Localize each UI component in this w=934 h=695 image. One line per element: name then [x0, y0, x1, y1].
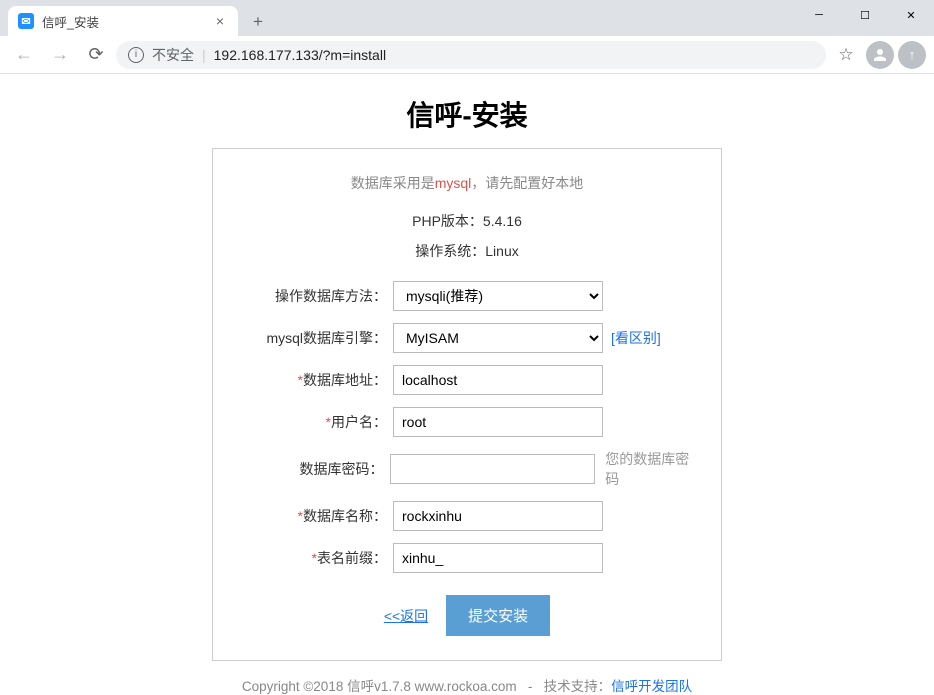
omnibox[interactable]: i 不安全 | 192.168.177.133/?m=install: [116, 41, 826, 69]
label-db-method: 操作数据库方法：: [233, 286, 393, 306]
label-db-engine: mysql数据库引擎：: [233, 328, 393, 348]
window-controls: ─ ☐ ✕: [796, 0, 934, 30]
link-engine-diff[interactable]: [看区别]: [611, 328, 661, 348]
secure-label: 不安全: [152, 45, 194, 65]
input-db-pass[interactable]: [390, 454, 596, 484]
close-tab-icon[interactable]: ×: [212, 13, 228, 29]
upload-icon[interactable]: ↑: [898, 41, 926, 69]
reload-icon[interactable]: ⟳: [80, 39, 112, 71]
input-db-user[interactable]: [393, 407, 603, 437]
row-db-name: *数据库名称：: [233, 501, 701, 531]
input-db-host[interactable]: [393, 365, 603, 395]
profile-avatar-icon[interactable]: [866, 41, 894, 69]
row-tb-prefix: *表名前缀：: [233, 543, 701, 573]
label-db-host: *数据库地址：: [233, 370, 393, 390]
browser-tab[interactable]: ✉ 信呼_安装 ×: [8, 6, 238, 36]
minimize-button[interactable]: ─: [796, 0, 842, 30]
tab-title: 信呼_安装: [42, 12, 204, 31]
address-bar: ← → ⟳ i 不安全 | 192.168.177.133/?m=install…: [0, 36, 934, 74]
forward-icon[interactable]: →: [44, 39, 76, 71]
tab-strip: ✉ 信呼_安装 × +: [0, 0, 934, 36]
input-tb-prefix[interactable]: [393, 543, 603, 573]
select-db-method[interactable]: mysqli(推荐): [393, 281, 603, 311]
input-db-name[interactable]: [393, 501, 603, 531]
hint-db-pass: 您的数据库密码: [605, 449, 701, 489]
notice-post: ，请先配置好本地: [471, 175, 583, 191]
row-db-pass: 数据库密码： 您的数据库密码: [233, 449, 701, 489]
back-link[interactable]: <<返回: [384, 606, 428, 626]
close-window-button[interactable]: ✕: [888, 0, 934, 30]
favicon-icon: ✉: [18, 13, 34, 29]
url-text: 192.168.177.133/?m=install: [214, 47, 386, 63]
row-db-engine: mysql数据库引擎： MyISAM [看区别]: [233, 323, 701, 353]
divider: |: [202, 47, 206, 63]
footer-sep: -: [528, 679, 533, 694]
notice-mysql: mysql: [435, 175, 472, 191]
row-db-method: 操作数据库方法： mysqli(推荐): [233, 281, 701, 311]
label-db-name: *数据库名称：: [233, 506, 393, 526]
install-panel: 数据库采用是mysql，请先配置好本地 PHP版本：5.4.16 操作系统：Li…: [212, 148, 722, 661]
button-row: <<返回 提交安装: [233, 595, 701, 636]
notice-text: 数据库采用是mysql，请先配置好本地: [233, 173, 701, 193]
footer-support-label: 技术支持：: [544, 679, 612, 694]
new-tab-button[interactable]: +: [244, 8, 272, 36]
page-content: 信呼-安装 数据库采用是mysql，请先配置好本地 PHP版本：5.4.16 操…: [0, 74, 934, 695]
maximize-button[interactable]: ☐: [842, 0, 888, 30]
footer-copyright: Copyright ©2018 信呼v1.7.8 www.rockoa.com: [242, 679, 517, 694]
label-tb-prefix: *表名前缀：: [233, 548, 393, 568]
page-title: 信呼-安装: [0, 94, 934, 134]
footer: Copyright ©2018 信呼v1.7.8 www.rockoa.com …: [0, 675, 934, 695]
select-db-engine[interactable]: MyISAM: [393, 323, 603, 353]
php-version-text: PHP版本：5.4.16: [233, 211, 701, 231]
info-icon[interactable]: i: [128, 47, 144, 63]
row-db-host: *数据库地址：: [233, 365, 701, 395]
row-db-user: *用户名：: [233, 407, 701, 437]
notice-pre: 数据库采用是: [351, 175, 435, 191]
bookmark-star-icon[interactable]: ☆: [830, 39, 862, 71]
back-icon[interactable]: ←: [8, 39, 40, 71]
label-db-user: *用户名：: [233, 412, 393, 432]
submit-button[interactable]: 提交安装: [446, 595, 550, 636]
footer-support-link[interactable]: 信呼开发团队: [611, 679, 692, 694]
os-text: 操作系统：Linux: [233, 241, 701, 261]
label-db-pass: 数据库密码：: [233, 459, 390, 479]
